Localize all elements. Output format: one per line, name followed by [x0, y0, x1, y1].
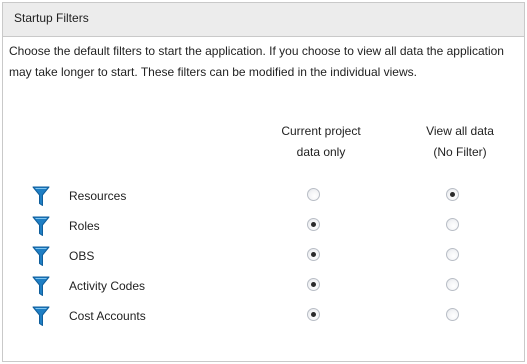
filter-label-cost-accounts: Cost Accounts: [69, 309, 146, 323]
roles-view-all-radio[interactable]: [446, 218, 459, 231]
filter-row-activity-codes: Activity Codes: [3, 275, 526, 305]
filter-label-obs: OBS: [69, 249, 95, 263]
filter-funnel-icon: [32, 276, 50, 296]
cost-accounts-view-all-radio[interactable]: [446, 308, 459, 321]
obs-current-project-radio[interactable]: [307, 248, 320, 261]
column-header-view-all: View all data (No Filter): [426, 124, 494, 159]
filter-row-resources: Resources: [3, 185, 526, 215]
panel-title: Startup Filters: [3, 3, 524, 37]
filter-funnel-icon: [32, 246, 50, 266]
filter-row-roles: Roles: [3, 215, 526, 245]
filter-label-resources: Resources: [69, 189, 127, 203]
resources-view-all-radio[interactable]: [446, 188, 459, 201]
obs-view-all-radio[interactable]: [446, 248, 459, 261]
filter-funnel-icon: [32, 186, 50, 206]
resources-current-project-radio[interactable]: [307, 188, 320, 201]
activity-codes-current-project-radio[interactable]: [307, 278, 320, 291]
filter-funnel-icon: [32, 216, 50, 236]
cost-accounts-current-project-radio[interactable]: [307, 308, 320, 321]
roles-current-project-radio[interactable]: [307, 218, 320, 231]
filter-row-cost-accounts: Cost Accounts: [3, 305, 526, 335]
activity-codes-view-all-radio[interactable]: [446, 278, 459, 291]
column-header-current-project: Current project data only: [281, 124, 361, 159]
filter-label-roles: Roles: [69, 219, 100, 233]
filter-label-activity-codes: Activity Codes: [69, 279, 146, 293]
startup-filters-panel: Startup Filters Choose the default filte…: [2, 2, 525, 362]
filter-row-obs: OBS: [3, 245, 526, 275]
filter-funnel-icon: [32, 306, 50, 326]
description-text: Choose the default filters to start the …: [9, 44, 504, 79]
